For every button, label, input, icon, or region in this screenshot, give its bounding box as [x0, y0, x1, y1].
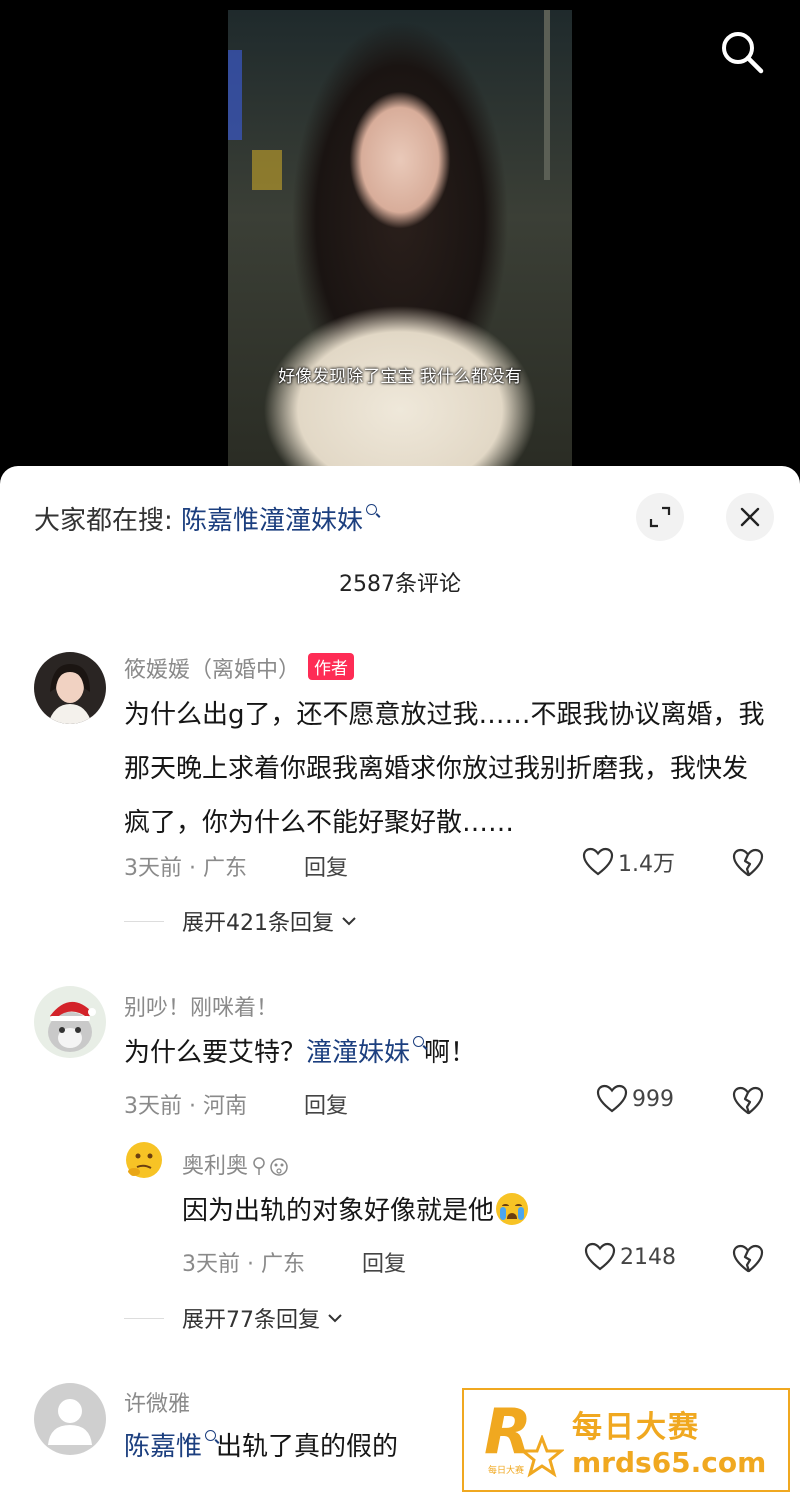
username-text: 奥利奥 — [182, 1154, 249, 1179]
search-icon — [722, 32, 764, 74]
watermark-url: mrds65.com — [572, 1445, 767, 1479]
search-suggestion[interactable]: 大家都在搜: 陈嘉惟潼潼妹妹 — [34, 500, 378, 537]
like-count: 2148 — [620, 1244, 676, 1270]
reply-button[interactable]: 回复 — [304, 1088, 348, 1120]
divider-line — [124, 920, 164, 922]
like-button[interactable]: 999 — [596, 1084, 674, 1114]
avatar[interactable] — [34, 986, 106, 1058]
crying-face-emoji — [496, 1193, 529, 1225]
reply-text-content: 因为出轨的对象好像就是他 — [182, 1196, 495, 1226]
watermark-logo: R 每日大赛 — [476, 1395, 566, 1485]
user-symbol-icon — [253, 1157, 288, 1176]
video-player[interactable]: 好像发现除了宝宝 我什么都没有 — [0, 0, 800, 480]
dislike-button[interactable] — [732, 1086, 764, 1120]
broken-heart-icon — [732, 1086, 764, 1115]
search-tag-icon — [413, 1036, 425, 1047]
reply-meta: 3天前 · 广东 — [182, 1252, 305, 1277]
dislike-button[interactable] — [732, 848, 764, 882]
close-button[interactable] — [726, 493, 774, 541]
heart-icon — [596, 1084, 628, 1113]
expand-icon — [649, 506, 671, 528]
comment-text-before: 为什么要艾特？ — [124, 1038, 307, 1068]
comment-text[interactable]: 陈嘉惟 出轨了真的假的 — [124, 1420, 464, 1474]
expand-replies[interactable]: 展开421条回复 — [124, 905, 358, 937]
close-icon — [740, 507, 760, 527]
like-count: 1.4万 — [618, 852, 675, 877]
comment-text-after: 出轨了真的假的 — [216, 1432, 399, 1462]
broken-heart-icon — [732, 1244, 764, 1273]
like-button[interactable]: 1.4万 — [582, 846, 675, 878]
comment-username[interactable]: 别吵！刚咪着！ — [124, 990, 278, 1022]
comment-meta: 3天前 · 河南 — [124, 1094, 247, 1119]
username-text: 筱媛媛（离婚中） — [124, 658, 301, 683]
expand-replies[interactable]: 展开77条回复 — [124, 1302, 344, 1334]
watermark-logo-small: 每日大赛 — [488, 1466, 525, 1476]
chevron-down-icon — [328, 1314, 342, 1323]
avatar[interactable] — [34, 652, 106, 724]
comment-username[interactable]: 许微雅 — [124, 1386, 190, 1418]
watermark-title: 每日大赛 — [572, 1409, 700, 1445]
star-icon — [520, 1435, 564, 1478]
video-frame[interactable]: 好像发现除了宝宝 我什么都没有 — [228, 10, 572, 470]
background-light — [228, 50, 242, 140]
comment-text[interactable]: 为什么要艾特？潼潼妹妹 啊！ — [124, 1026, 768, 1080]
thinking-face-avatar — [126, 1142, 162, 1178]
search-button[interactable] — [716, 26, 768, 78]
author-badge: 作者 — [308, 653, 355, 680]
divider-line — [124, 1317, 164, 1319]
mention-link[interactable]: 潼潼妹妹 — [306, 1038, 410, 1068]
reply-button[interactable]: 回复 — [304, 850, 348, 882]
avatar[interactable] — [34, 1383, 106, 1455]
heart-icon — [584, 1242, 616, 1271]
comment-sheet — [0, 466, 800, 1501]
dislike-button[interactable] — [732, 1244, 764, 1278]
expand-replies-label: 展开421条回复 — [182, 911, 334, 936]
comment-count: 2587条评论 — [339, 572, 461, 597]
reply-username[interactable]: 奥利奥 — [182, 1148, 292, 1180]
search-suggestion-term[interactable]: 陈嘉惟潼潼妹妹 — [181, 506, 363, 536]
search-suggestion-prefix: 大家都在搜: — [34, 506, 182, 536]
like-button[interactable]: 2148 — [584, 1242, 676, 1272]
comment-username[interactable]: 筱媛媛（离婚中） 作者 — [124, 652, 355, 684]
like-count: 999 — [632, 1086, 674, 1112]
comment-text[interactable]: 为什么出g了，还不愿意放过我……不跟我协议离婚，我那天晚上求着你跟我离婚求你放过… — [124, 688, 768, 850]
search-tag-icon — [205, 1430, 217, 1441]
search-tag-icon — [366, 504, 378, 515]
avatar[interactable] — [124, 1140, 164, 1180]
avatar-image — [34, 652, 106, 724]
comment-text-after: 啊！ — [424, 1038, 477, 1068]
reply-text[interactable]: 因为出轨的对象好像就是他 — [182, 1184, 742, 1238]
reply-button[interactable]: 回复 — [362, 1246, 406, 1278]
heart-icon — [582, 847, 614, 876]
mention-link[interactable]: 陈嘉惟 — [124, 1432, 202, 1462]
comment-meta: 3天前 · 广东 — [124, 856, 247, 881]
avatar-image — [34, 986, 106, 1058]
broken-heart-icon — [732, 848, 764, 877]
video-subtitle: 好像发现除了宝宝 我什么都没有 — [278, 367, 522, 387]
chevron-down-icon — [342, 917, 356, 926]
background-sign — [252, 150, 282, 190]
background-pole — [544, 10, 550, 180]
expand-replies-label: 展开77条回复 — [182, 1308, 320, 1333]
expand-button[interactable] — [636, 493, 684, 541]
watermark: R 每日大赛 每日大赛 mrds65.com — [462, 1388, 790, 1492]
default-avatar-icon — [34, 1383, 106, 1455]
